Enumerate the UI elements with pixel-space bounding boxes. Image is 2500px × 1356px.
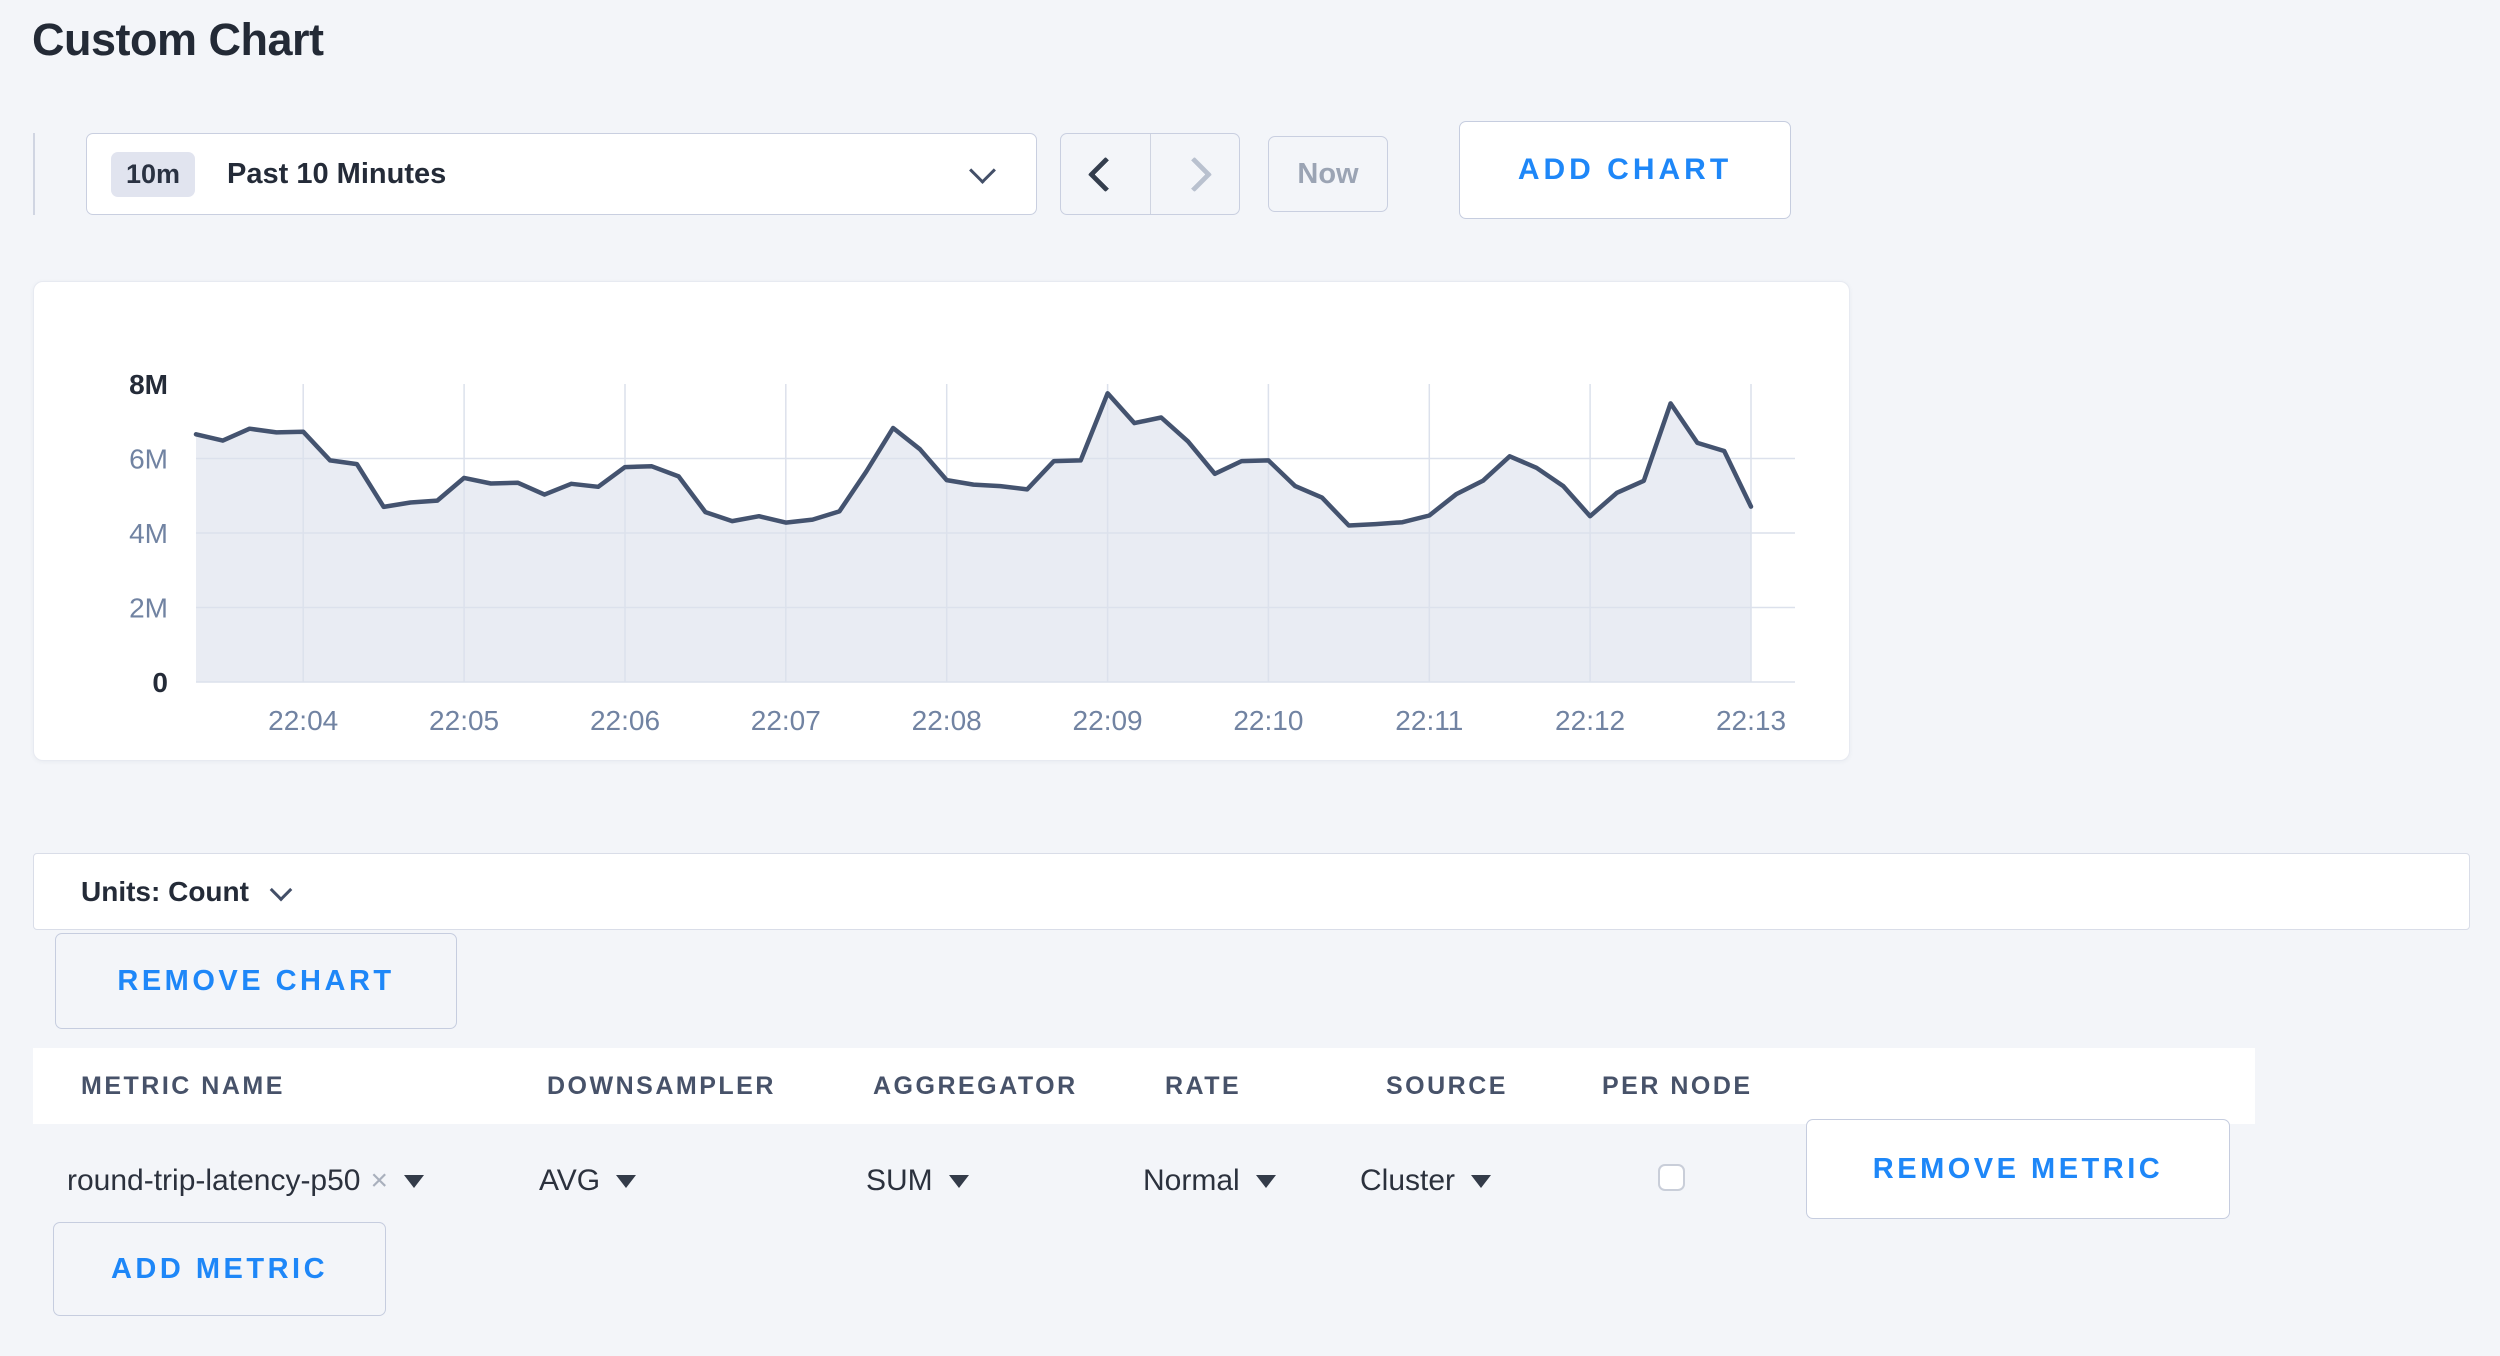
x-axis-tick-label: 22:05 bbox=[429, 705, 499, 736]
source-value: Cluster bbox=[1360, 1164, 1455, 1198]
metrics-table-header: METRIC NAME DOWNSAMPLER AGGREGATOR RATE … bbox=[33, 1048, 2255, 1124]
y-axis-tick-label: 4M bbox=[129, 518, 168, 549]
time-range-dropdown[interactable]: 10m Past 10 Minutes bbox=[86, 133, 1037, 215]
x-axis-tick-label: 22:06 bbox=[590, 705, 660, 736]
time-range-label: Past 10 Minutes bbox=[227, 158, 446, 191]
column-header-per-node: PER NODE bbox=[1602, 1048, 1753, 1124]
downsampler-value: AVG bbox=[539, 1164, 600, 1198]
rate-dropdown[interactable]: Normal bbox=[1143, 1164, 1276, 1198]
aggregator-value: SUM bbox=[866, 1164, 933, 1198]
next-time-button[interactable] bbox=[1151, 134, 1240, 214]
chevron-down-icon bbox=[270, 878, 293, 901]
remove-chart-button[interactable]: REMOVE CHART bbox=[55, 933, 457, 1029]
series-area-fill bbox=[196, 393, 1751, 682]
column-header-rate: RATE bbox=[1165, 1048, 1241, 1124]
prev-time-button[interactable] bbox=[1061, 134, 1151, 214]
y-axis-tick-label: 0 bbox=[152, 667, 168, 698]
x-axis-tick-label: 22:08 bbox=[912, 705, 982, 736]
chevron-left-icon bbox=[1088, 156, 1123, 191]
y-axis-tick-label: 6M bbox=[129, 444, 168, 475]
chevron-right-icon bbox=[1177, 156, 1212, 191]
caret-down-icon bbox=[949, 1175, 969, 1188]
x-axis-tick-label: 22:04 bbox=[268, 705, 338, 736]
units-label: Units: Count bbox=[81, 876, 249, 908]
units-dropdown[interactable]: Units: Count bbox=[33, 853, 2470, 930]
column-header-source: SOURCE bbox=[1386, 1048, 1508, 1124]
caret-down-icon bbox=[404, 1175, 424, 1188]
column-header-aggregator: AGGREGATOR bbox=[873, 1048, 1078, 1124]
remove-metric-button[interactable]: REMOVE METRIC bbox=[1806, 1119, 2230, 1219]
column-header-metric-name: METRIC NAME bbox=[81, 1048, 285, 1124]
metric-name-dropdown[interactable]: round-trip-latency-p50 × bbox=[67, 1164, 424, 1198]
downsampler-dropdown[interactable]: AVG bbox=[539, 1164, 636, 1198]
x-axis-tick-label: 22:10 bbox=[1233, 705, 1303, 736]
chart-card: 8M 6M 4M 2M 0 22:04 22:05 22:06 22:07 22:08 22:09 2… bbox=[33, 281, 1850, 761]
time-window-badge: 10m bbox=[111, 152, 195, 197]
source-dropdown[interactable]: Cluster bbox=[1360, 1164, 1491, 1198]
metric-name-value: round-trip-latency-p50 bbox=[67, 1164, 360, 1198]
page-title: Custom Chart bbox=[32, 14, 324, 66]
rate-value: Normal bbox=[1143, 1164, 1240, 1198]
add-metric-button[interactable]: ADD METRIC bbox=[53, 1222, 386, 1316]
x-axis-tick-label: 22:07 bbox=[751, 705, 821, 736]
y-axis-tick-label: 2M bbox=[129, 593, 168, 624]
x-axis-tick-label: 22:12 bbox=[1555, 705, 1625, 736]
timeseries-chart: 8M 6M 4M 2M 0 22:04 22:05 22:06 22:07 22:08 22:09 2… bbox=[34, 282, 1849, 760]
clear-metric-icon[interactable]: × bbox=[370, 1164, 388, 1197]
aggregator-dropdown[interactable]: SUM bbox=[866, 1164, 969, 1198]
column-header-downsampler: DOWNSAMPLER bbox=[547, 1048, 776, 1124]
chevron-down-icon bbox=[969, 157, 996, 184]
caret-down-icon bbox=[1256, 1175, 1276, 1188]
x-axis-tick-label: 22:09 bbox=[1073, 705, 1143, 736]
x-axis-tick-label: 22:13 bbox=[1716, 705, 1786, 736]
per-node-checkbox[interactable] bbox=[1658, 1164, 1685, 1191]
caret-down-icon bbox=[616, 1175, 636, 1188]
now-button[interactable]: Now bbox=[1268, 136, 1388, 212]
time-nav-group bbox=[1060, 133, 1240, 215]
caret-down-icon bbox=[1471, 1175, 1491, 1188]
toolbar-divider bbox=[33, 133, 35, 215]
x-axis-tick-label: 22:11 bbox=[1395, 705, 1463, 736]
add-chart-button[interactable]: ADD CHART bbox=[1459, 121, 1791, 219]
y-axis-tick-label: 8M bbox=[129, 369, 168, 400]
